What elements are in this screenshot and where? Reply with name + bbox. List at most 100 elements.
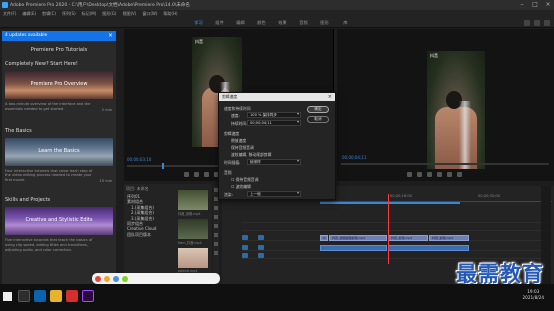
source-playhead[interactable] — [162, 163, 164, 169]
app-icon[interactable] — [113, 275, 119, 282]
work-area-bar[interactable] — [320, 202, 460, 204]
mark-in-icon[interactable] — [407, 172, 412, 177]
program-video-frame: 抖音 — [427, 51, 485, 169]
close-icon[interactable]: × — [542, 0, 554, 10]
speed-select[interactable]: 100 % 保持同步 — [247, 112, 301, 118]
tab-libraries[interactable]: 库 — [335, 18, 356, 28]
tab-audio[interactable]: 音频 — [293, 18, 314, 28]
minimize-icon[interactable]: – — [516, 0, 528, 10]
cancel-button[interactable]: 取消 — [307, 116, 329, 123]
mark-in-icon[interactable] — [184, 172, 189, 177]
video-track-v3 — [242, 216, 552, 223]
menu-sequence[interactable]: 序列(S) — [62, 11, 76, 17]
browser-icon[interactable] — [34, 290, 46, 302]
app-icon[interactable] — [66, 290, 78, 302]
timeline-playhead[interactable] — [388, 194, 389, 264]
app-icon[interactable] — [122, 275, 128, 282]
razor-tool-icon[interactable] — [214, 215, 218, 219]
brand-label: 抖音 — [430, 53, 438, 58]
render-select[interactable]: 上一帧 — [247, 191, 301, 197]
menu-file[interactable]: 文件(F) — [3, 11, 16, 17]
share-icon[interactable] — [544, 20, 550, 26]
tutorial-title: Learn the Basics — [38, 147, 80, 154]
menu-window[interactable]: 窗口(W) — [142, 11, 157, 17]
type-tool-icon[interactable] — [214, 251, 218, 255]
video-clip[interactable]: 抖音_剪辑.mp4 — [388, 235, 428, 241]
video-clip[interactable]: 抖音_剪辑.mp4 — [429, 235, 469, 241]
video-clip[interactable]: fx — [320, 235, 328, 241]
hand-tool-icon[interactable] — [214, 242, 218, 246]
media-thumb[interactable] — [178, 248, 208, 268]
reverse-checkbox[interactable]: 倒放速度 — [231, 138, 246, 144]
home-icon[interactable] — [524, 20, 530, 26]
window-title: Adobe Premiere Pro 2020 - C:\用户\Desktop\… — [10, 3, 190, 8]
tutorial-card-overview[interactable]: Premiere Pro Overview — [5, 71, 113, 99]
tab-color[interactable]: 颜色 — [251, 18, 272, 28]
play-icon[interactable] — [437, 172, 442, 177]
app-icon[interactable] — [104, 275, 110, 282]
menu-clip[interactable]: 剪辑(C) — [42, 11, 56, 17]
step-forward-icon[interactable] — [447, 172, 452, 177]
windows-start-icon[interactable] — [3, 292, 12, 301]
maximize-icon[interactable]: □ — [529, 0, 541, 10]
tutorial-card-basics[interactable]: Learn the Basics — [5, 137, 113, 166]
audio-clip[interactable] — [388, 245, 469, 251]
duration-field[interactable]: 00;00;04;11 — [247, 120, 301, 126]
keep-pitch-checkbox[interactable]: 保持音频音调 — [231, 145, 254, 151]
track-lock-icon[interactable] — [258, 245, 264, 250]
audio-checkbox[interactable]: ☐ 保持音频音调 — [231, 177, 258, 183]
track-lock-icon[interactable] — [258, 235, 264, 240]
ok-button[interactable]: 确定 — [307, 106, 329, 113]
track-target-icon[interactable] — [242, 245, 248, 250]
program-scrub-bar[interactable] — [341, 163, 549, 165]
audio-clip[interactable] — [320, 245, 387, 251]
track-target-icon[interactable] — [242, 253, 248, 258]
export-frame-icon[interactable] — [457, 172, 462, 177]
ripple-checkbox[interactable]: 波纹编辑, 移动尾部剪辑 — [231, 152, 271, 158]
menu-edit[interactable]: 编辑(E) — [22, 11, 36, 17]
section-heading: Completely New? Start Here! — [5, 61, 78, 67]
tab-assembly[interactable]: 组件 — [209, 18, 230, 28]
step-back-icon[interactable] — [204, 172, 209, 177]
program-transport — [407, 172, 462, 178]
ripple-edit-icon[interactable] — [214, 206, 218, 210]
floating-app-strip — [92, 273, 220, 284]
tab-effects[interactable]: 效果 — [272, 18, 293, 28]
mark-out-icon[interactable] — [194, 172, 199, 177]
pen-tool-icon[interactable] — [214, 233, 218, 237]
video-clip[interactable]: 抖音_视频编辑剪辑.mp4 — [329, 235, 387, 241]
track-lock-icon[interactable] — [258, 253, 264, 258]
menu-help[interactable]: 帮助(H) — [163, 11, 177, 17]
menu-graphics[interactable]: 图形(G) — [102, 11, 116, 17]
app-icon[interactable] — [95, 275, 101, 282]
interp-select[interactable]: 帧采样 — [247, 159, 301, 165]
step-back-icon[interactable] — [427, 172, 432, 177]
menu-view[interactable]: 视图(V) — [122, 11, 136, 17]
speed-label: 速度: — [231, 113, 240, 118]
tab-editing[interactable]: 编辑 — [230, 18, 251, 28]
tutorial-card-creative[interactable]: Creative and Stylistic Edits — [5, 206, 113, 235]
slip-tool-icon[interactable] — [214, 224, 218, 228]
tab-learning[interactable]: 学习 — [188, 18, 209, 28]
clock-date: 2021/8/24 — [522, 295, 544, 300]
premiere-window: Adobe Premiere Pro 2020 - C:\用户\Desktop\… — [0, 0, 554, 311]
track-target-icon[interactable] — [242, 235, 248, 240]
section-heading: Skills and Projects — [5, 196, 51, 203]
timeline-ruler[interactable]: 00;00 00;00;16;00 00;00;32;00 — [320, 194, 552, 202]
menu-marker[interactable]: 标记(M) — [82, 11, 97, 17]
updates-text: 4 updates available — [5, 33, 48, 38]
search-icon[interactable] — [534, 20, 540, 26]
tab-graphics[interactable]: 图形 — [314, 18, 335, 28]
media-thumb[interactable] — [178, 190, 208, 210]
updates-banner[interactable]: 4 updates available × — [2, 31, 116, 41]
tutorial-desc: Five interactive tutorials that teach th… — [5, 237, 93, 252]
section-heading: The Basics — [5, 127, 32, 134]
media-thumb[interactable] — [178, 219, 208, 239]
folder-icon[interactable] — [50, 290, 62, 302]
close-icon[interactable]: × — [108, 31, 113, 41]
mark-out-icon[interactable] — [417, 172, 422, 177]
search-icon[interactable] — [18, 290, 30, 302]
audio-checkbox[interactable]: ☐ 波纹编辑 — [231, 184, 251, 190]
close-icon[interactable]: × — [328, 93, 332, 101]
premiere-icon[interactable] — [82, 290, 94, 302]
